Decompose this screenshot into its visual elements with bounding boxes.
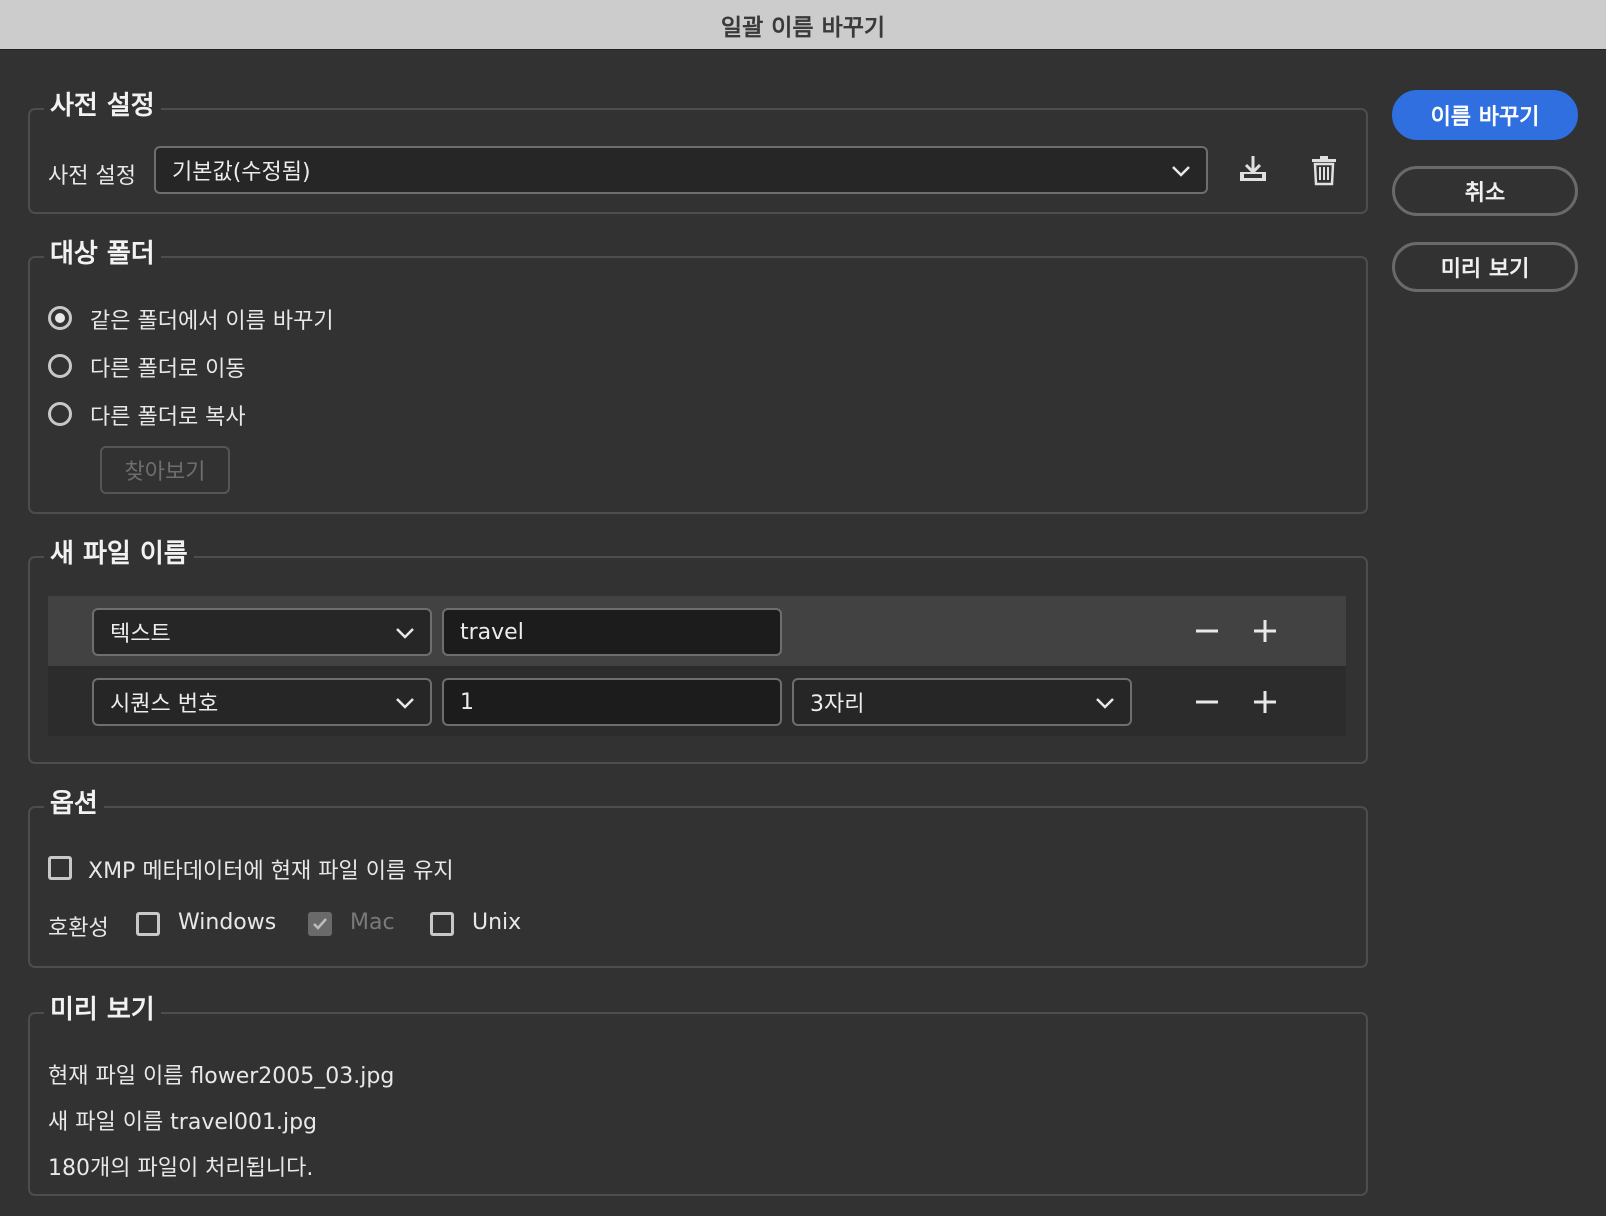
save-download-icon[interactable] bbox=[1236, 153, 1270, 187]
chevron-down-icon bbox=[1172, 166, 1190, 177]
compat-label: 호환성 bbox=[48, 916, 109, 941]
minus-icon[interactable] bbox=[1190, 685, 1224, 719]
row2-start-number-input[interactable]: 1 bbox=[442, 678, 782, 726]
cancel-button[interactable]: 취소 bbox=[1392, 166, 1578, 216]
compat-windows-label: Windows bbox=[178, 910, 277, 935]
minus-icon[interactable] bbox=[1190, 614, 1224, 648]
compat-unix-checkbox[interactable] bbox=[430, 912, 454, 936]
keep-xmp-label: XMP 메타데이터에 현재 파일 이름 유지 bbox=[88, 859, 454, 884]
row1-type-select[interactable]: 텍스트 bbox=[92, 608, 432, 656]
radio-same-folder[interactable] bbox=[48, 306, 72, 330]
trash-icon[interactable] bbox=[1307, 153, 1341, 187]
preview-button[interactable]: 미리 보기 bbox=[1392, 242, 1578, 292]
compat-mac-label: Mac bbox=[350, 910, 395, 935]
keep-xmp-checkbox[interactable] bbox=[48, 856, 72, 880]
compat-mac-checkbox bbox=[308, 912, 332, 936]
checkmark-icon bbox=[313, 918, 327, 930]
destination-section-title: 대상 폴더 bbox=[44, 236, 161, 272]
chevron-down-icon bbox=[396, 698, 414, 709]
new-name-section-title: 새 파일 이름 bbox=[44, 536, 194, 572]
options-section-title: 옵션 bbox=[44, 786, 104, 822]
preview-current-name: 현재 파일 이름 flower2005_03.jpg bbox=[48, 1064, 395, 1089]
compat-windows-checkbox[interactable] bbox=[136, 912, 160, 936]
row2-start-number-value: 1 bbox=[460, 689, 474, 715]
radio-copy-folder-label: 다른 폴더로 복사 bbox=[90, 405, 246, 430]
chevron-down-icon bbox=[1096, 698, 1114, 709]
plus-icon[interactable] bbox=[1248, 685, 1282, 719]
row1-type-value: 텍스트 bbox=[110, 622, 171, 647]
row2-digits-value: 3자리 bbox=[810, 692, 865, 717]
radio-move-folder-label: 다른 폴더로 이동 bbox=[90, 357, 246, 382]
preview-section-title: 미리 보기 bbox=[44, 992, 161, 1028]
preset-label: 사전 설정 bbox=[48, 164, 136, 189]
preview-count: 180개의 파일이 처리됩니다. bbox=[48, 1156, 314, 1181]
row2-type-value: 시퀀스 번호 bbox=[110, 692, 219, 717]
preset-select[interactable]: 기본값(수정됨) bbox=[154, 146, 1208, 194]
rename-button[interactable]: 이름 바꾸기 bbox=[1392, 90, 1578, 140]
radio-copy-folder[interactable] bbox=[48, 402, 72, 426]
row2-type-select[interactable]: 시퀀스 번호 bbox=[92, 678, 432, 726]
radio-move-folder[interactable] bbox=[48, 354, 72, 378]
options-group: 옵션 bbox=[28, 786, 1368, 968]
preview-new-name: 새 파일 이름 travel001.jpg bbox=[48, 1110, 318, 1135]
preset-section-title: 사전 설정 bbox=[44, 88, 161, 124]
preset-select-value: 기본값(수정됨) bbox=[172, 160, 311, 185]
row1-text-value: travel bbox=[460, 619, 524, 645]
radio-same-folder-label: 같은 폴더에서 이름 바꾸기 bbox=[90, 309, 334, 334]
compat-unix-label: Unix bbox=[472, 910, 522, 935]
row2-digits-select[interactable]: 3자리 bbox=[792, 678, 1132, 726]
plus-icon[interactable] bbox=[1248, 614, 1282, 648]
browse-button[interactable]: 찾아보기 bbox=[100, 446, 230, 494]
chevron-down-icon bbox=[396, 628, 414, 639]
window-title: 일괄 이름 바꾸기 bbox=[0, 0, 1606, 50]
row1-text-input[interactable]: travel bbox=[442, 608, 782, 656]
